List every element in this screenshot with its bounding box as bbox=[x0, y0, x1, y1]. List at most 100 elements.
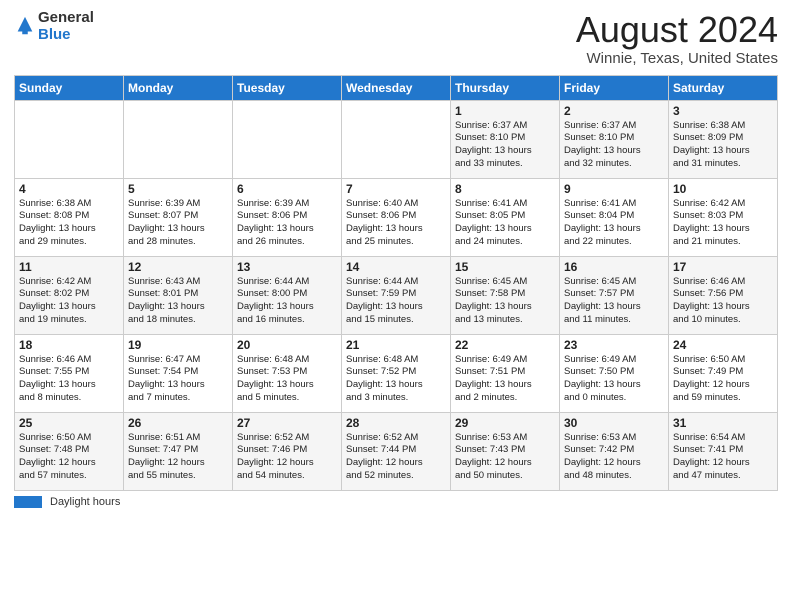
title-block: August 2024 Winnie, Texas, United States bbox=[576, 10, 778, 67]
day-number: 2 bbox=[564, 104, 664, 118]
day-info: Sunrise: 6:49 AM Sunset: 7:51 PM Dayligh… bbox=[455, 354, 555, 405]
day-info: Sunrise: 6:50 AM Sunset: 7:48 PM Dayligh… bbox=[19, 432, 119, 483]
location: Winnie, Texas, United States bbox=[576, 50, 778, 67]
day-info: Sunrise: 6:52 AM Sunset: 7:46 PM Dayligh… bbox=[237, 432, 337, 483]
day-number: 19 bbox=[128, 338, 228, 352]
logo-icon bbox=[14, 15, 36, 37]
day-number: 16 bbox=[564, 260, 664, 274]
col-header-friday: Friday bbox=[560, 75, 669, 100]
day-number: 12 bbox=[128, 260, 228, 274]
calendar-cell: 25 Sunrise: 6:50 AM Sunset: 7:48 PM Dayli… bbox=[15, 412, 124, 490]
week-row-5: 25 Sunrise: 6:50 AM Sunset: 7:48 PM Dayli… bbox=[15, 412, 778, 490]
day-number: 6 bbox=[237, 182, 337, 196]
day-number: 3 bbox=[673, 104, 773, 118]
day-number: 14 bbox=[346, 260, 446, 274]
day-number: 23 bbox=[564, 338, 664, 352]
col-header-saturday: Saturday bbox=[669, 75, 778, 100]
page-container: General Blue August 2024 Winnie, Texas, … bbox=[0, 0, 792, 518]
logo-blue: Blue bbox=[38, 27, 94, 44]
calendar-cell: 16Sunrise: 6:45 AM Sunset: 7:57 PM Dayli… bbox=[560, 256, 669, 334]
calendar-cell bbox=[124, 100, 233, 178]
day-info: Sunrise: 6:45 AM Sunset: 7:58 PM Dayligh… bbox=[455, 276, 555, 327]
day-number: 30 bbox=[564, 416, 664, 430]
day-number: 1 bbox=[455, 104, 555, 118]
calendar-cell: 18Sunrise: 6:46 AM Sunset: 7:55 PM Dayli… bbox=[15, 334, 124, 412]
week-row-3: 11 Sunrise: 6:42 AM Sunset: 8:02 PM Dayli… bbox=[15, 256, 778, 334]
footer: Daylight hours bbox=[14, 496, 778, 508]
calendar-cell bbox=[233, 100, 342, 178]
week-row-4: 18Sunrise: 6:46 AM Sunset: 7:55 PM Dayli… bbox=[15, 334, 778, 412]
day-info: Sunrise: 6:48 AM Sunset: 7:53 PM Dayligh… bbox=[237, 354, 337, 405]
day-number: 9 bbox=[564, 182, 664, 196]
week-row-1: 1 Sunrise: 6:37 AM Sunset: 8:10 PM Daylig… bbox=[15, 100, 778, 178]
col-header-wednesday: Wednesday bbox=[342, 75, 451, 100]
header: General Blue August 2024 Winnie, Texas, … bbox=[14, 10, 778, 67]
calendar-cell: 31 Sunrise: 6:54 AM Sunset: 7:41 PM Dayli… bbox=[669, 412, 778, 490]
day-info: Sunrise: 6:48 AM Sunset: 7:52 PM Dayligh… bbox=[346, 354, 446, 405]
calendar-cell: 28Sunrise: 6:52 AM Sunset: 7:44 PM Dayli… bbox=[342, 412, 451, 490]
month-year: August 2024 bbox=[576, 10, 778, 50]
day-info: Sunrise: 6:37 AM Sunset: 8:10 PM Dayligh… bbox=[455, 120, 555, 171]
calendar-cell: 13Sunrise: 6:44 AM Sunset: 8:00 PM Dayli… bbox=[233, 256, 342, 334]
calendar-table: SundayMondayTuesdayWednesdayThursdayFrid… bbox=[14, 75, 778, 491]
day-info: Sunrise: 6:37 AM Sunset: 8:10 PM Dayligh… bbox=[564, 120, 664, 171]
calendar-cell: 4 Sunrise: 6:38 AM Sunset: 8:08 PM Daylig… bbox=[15, 178, 124, 256]
calendar-cell: 17 Sunrise: 6:46 AM Sunset: 7:56 PM Dayli… bbox=[669, 256, 778, 334]
day-info: Sunrise: 6:42 AM Sunset: 8:03 PM Dayligh… bbox=[673, 198, 773, 249]
day-info: Sunrise: 6:46 AM Sunset: 7:56 PM Dayligh… bbox=[673, 276, 773, 327]
calendar-cell: 10 Sunrise: 6:42 AM Sunset: 8:03 PM Dayli… bbox=[669, 178, 778, 256]
day-number: 5 bbox=[128, 182, 228, 196]
logo-general: General bbox=[38, 10, 94, 27]
day-number: 29 bbox=[455, 416, 555, 430]
calendar-cell: 12 Sunrise: 6:43 AM Sunset: 8:01 PM Dayli… bbox=[124, 256, 233, 334]
day-info: Sunrise: 6:53 AM Sunset: 7:43 PM Dayligh… bbox=[455, 432, 555, 483]
day-number: 17 bbox=[673, 260, 773, 274]
day-number: 8 bbox=[455, 182, 555, 196]
calendar-cell: 21Sunrise: 6:48 AM Sunset: 7:52 PM Dayli… bbox=[342, 334, 451, 412]
day-info: Sunrise: 6:38 AM Sunset: 8:09 PM Dayligh… bbox=[673, 120, 773, 171]
calendar-cell bbox=[15, 100, 124, 178]
day-info: Sunrise: 6:47 AM Sunset: 7:54 PM Dayligh… bbox=[128, 354, 228, 405]
calendar-cell: 27 Sunrise: 6:52 AM Sunset: 7:46 PM Dayli… bbox=[233, 412, 342, 490]
day-number: 31 bbox=[673, 416, 773, 430]
day-number: 25 bbox=[19, 416, 119, 430]
day-info: Sunrise: 6:41 AM Sunset: 8:04 PM Dayligh… bbox=[564, 198, 664, 249]
day-info: Sunrise: 6:43 AM Sunset: 8:01 PM Dayligh… bbox=[128, 276, 228, 327]
week-row-2: 4 Sunrise: 6:38 AM Sunset: 8:08 PM Daylig… bbox=[15, 178, 778, 256]
day-info: Sunrise: 6:42 AM Sunset: 8:02 PM Dayligh… bbox=[19, 276, 119, 327]
col-header-tuesday: Tuesday bbox=[233, 75, 342, 100]
calendar-cell bbox=[342, 100, 451, 178]
calendar-cell: 7Sunrise: 6:40 AM Sunset: 8:06 PM Daylig… bbox=[342, 178, 451, 256]
calendar-cell: 15 Sunrise: 6:45 AM Sunset: 7:58 PM Dayli… bbox=[451, 256, 560, 334]
calendar-cell: 6 Sunrise: 6:39 AM Sunset: 8:06 PM Daylig… bbox=[233, 178, 342, 256]
header-row: SundayMondayTuesdayWednesdayThursdayFrid… bbox=[15, 75, 778, 100]
daylight-swatch bbox=[14, 496, 42, 508]
calendar-cell: 3 Sunrise: 6:38 AM Sunset: 8:09 PM Daylig… bbox=[669, 100, 778, 178]
day-number: 7 bbox=[346, 182, 446, 196]
calendar-cell: 19 Sunrise: 6:47 AM Sunset: 7:54 PM Dayli… bbox=[124, 334, 233, 412]
day-info: Sunrise: 6:41 AM Sunset: 8:05 PM Dayligh… bbox=[455, 198, 555, 249]
calendar-cell: 5 Sunrise: 6:39 AM Sunset: 8:07 PM Daylig… bbox=[124, 178, 233, 256]
calendar-cell: 20 Sunrise: 6:48 AM Sunset: 7:53 PM Dayli… bbox=[233, 334, 342, 412]
calendar-cell: 30 Sunrise: 6:53 AM Sunset: 7:42 PM Dayli… bbox=[560, 412, 669, 490]
logo-text: General Blue bbox=[38, 10, 94, 43]
calendar-cell: 22Sunrise: 6:49 AM Sunset: 7:51 PM Dayli… bbox=[451, 334, 560, 412]
day-number: 15 bbox=[455, 260, 555, 274]
col-header-monday: Monday bbox=[124, 75, 233, 100]
day-number: 28 bbox=[346, 416, 446, 430]
logo: General Blue bbox=[14, 10, 94, 43]
day-info: Sunrise: 6:53 AM Sunset: 7:42 PM Dayligh… bbox=[564, 432, 664, 483]
day-info: Sunrise: 6:49 AM Sunset: 7:50 PM Dayligh… bbox=[564, 354, 664, 405]
day-number: 10 bbox=[673, 182, 773, 196]
day-number: 27 bbox=[237, 416, 337, 430]
day-number: 20 bbox=[237, 338, 337, 352]
day-number: 11 bbox=[19, 260, 119, 274]
day-info: Sunrise: 6:38 AM Sunset: 8:08 PM Dayligh… bbox=[19, 198, 119, 249]
day-info: Sunrise: 6:54 AM Sunset: 7:41 PM Dayligh… bbox=[673, 432, 773, 483]
day-info: Sunrise: 6:39 AM Sunset: 8:06 PM Dayligh… bbox=[237, 198, 337, 249]
day-number: 24 bbox=[673, 338, 773, 352]
day-number: 4 bbox=[19, 182, 119, 196]
day-info: Sunrise: 6:39 AM Sunset: 8:07 PM Dayligh… bbox=[128, 198, 228, 249]
day-info: Sunrise: 6:44 AM Sunset: 8:00 PM Dayligh… bbox=[237, 276, 337, 327]
day-number: 18 bbox=[19, 338, 119, 352]
